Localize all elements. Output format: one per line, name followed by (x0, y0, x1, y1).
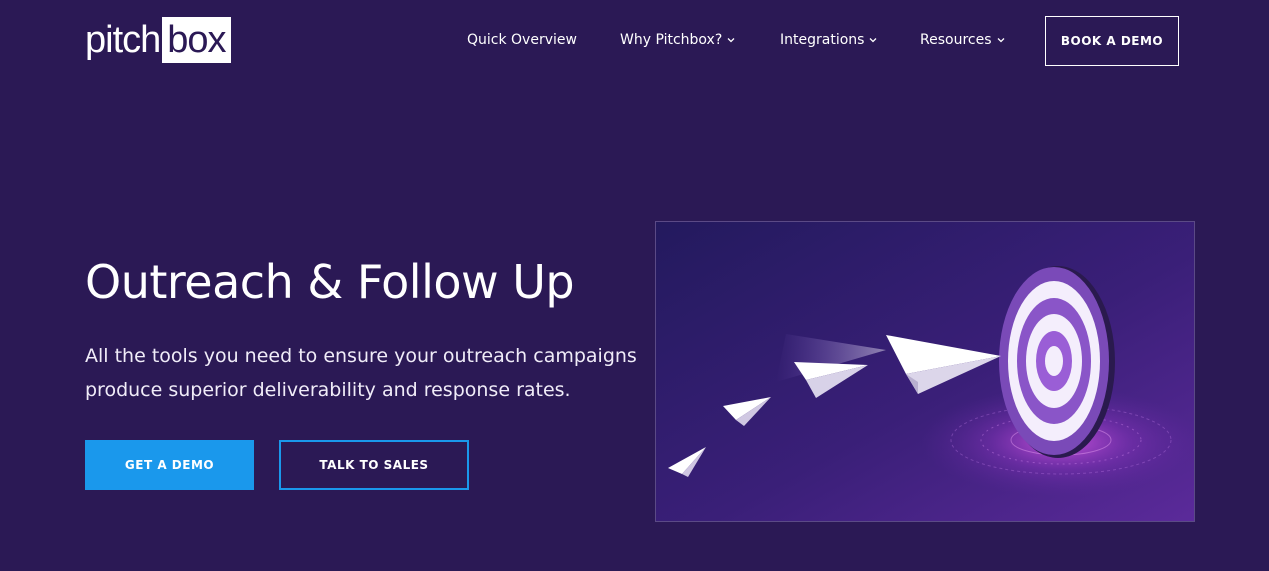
nav-item-label: Resources (920, 32, 992, 48)
chevron-down-icon (997, 38, 1004, 43)
chevron-down-icon (727, 38, 735, 43)
hero-title: Outreach & Follow Up (85, 255, 575, 309)
talk-to-sales-button[interactable]: TALK TO SALES (279, 440, 469, 490)
paper-planes-target-illustration (656, 222, 1194, 521)
nav-item-resources[interactable]: Resources (920, 28, 1005, 52)
target-icon (999, 266, 1115, 458)
nav-item-quick-overview[interactable]: Quick Overview (467, 28, 577, 52)
nav-item-why-pitchbox[interactable]: Why Pitchbox? (620, 28, 735, 52)
nav-item-label: Quick Overview (467, 32, 577, 48)
nav-item-label: Integrations (780, 32, 865, 48)
book-demo-button[interactable]: BOOK A DEMO (1045, 16, 1179, 66)
nav-item-integrations[interactable]: Integrations (780, 28, 877, 52)
get-demo-button[interactable]: GET A DEMO (85, 440, 254, 490)
nav-item-label: Why Pitchbox? (620, 32, 723, 48)
hero-illustration (655, 221, 1195, 522)
hero-subtitle: All the tools you need to ensure your ou… (85, 345, 637, 401)
chevron-down-icon (869, 38, 877, 43)
